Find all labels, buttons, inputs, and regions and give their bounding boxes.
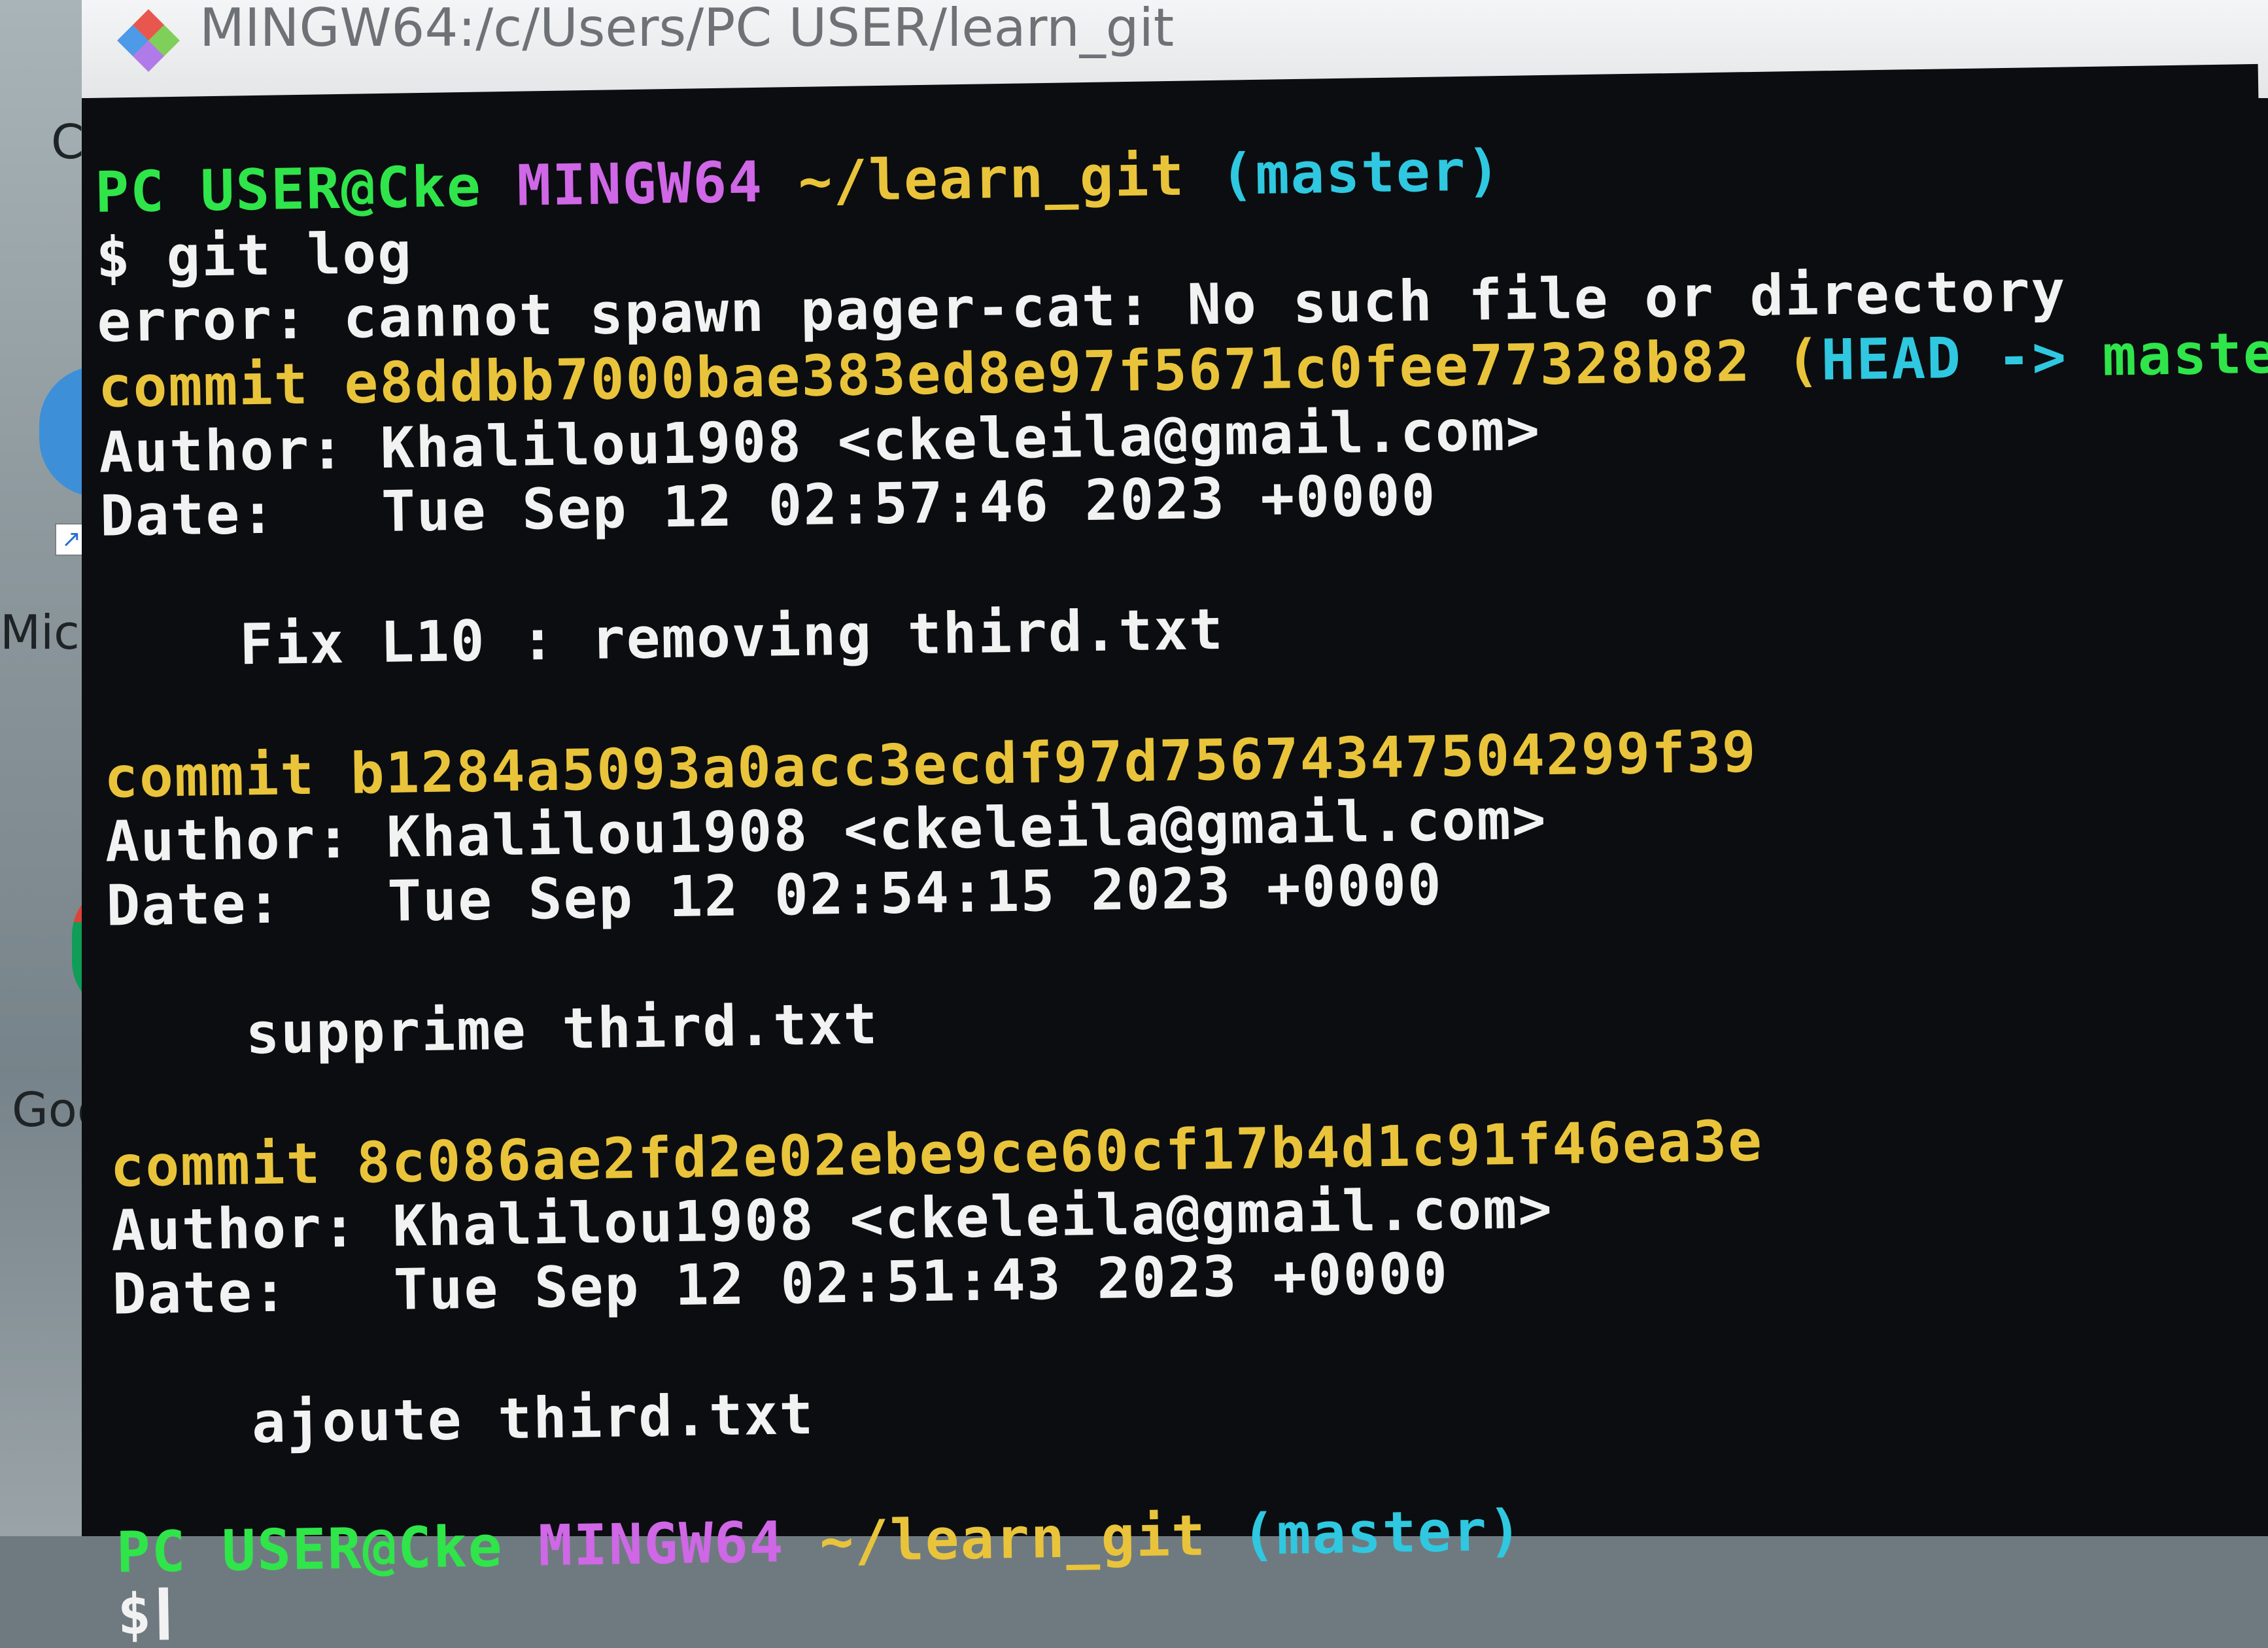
commit-message: Fix L10 : removing third.txt — [239, 596, 1225, 678]
ref-open: ( — [1785, 328, 1822, 394]
terminal-window[interactable]: MINGW64:/c/Users/PC USER/learn_git PC US… — [82, 0, 2268, 1648]
commit-label: commit — [103, 742, 316, 811]
commit-label: commit — [97, 351, 310, 421]
prompt-path: ~/learn_git — [797, 143, 1186, 215]
prompt-branch: (master) — [1241, 1498, 1524, 1568]
prompt-user-host: PC USER@Cke — [116, 1514, 504, 1586]
command-line: $ git log — [95, 220, 413, 291]
prompt-path: ~/learn_git — [819, 1503, 1207, 1575]
text-cursor-icon — [158, 1587, 169, 1640]
git-bash-icon — [117, 9, 180, 72]
commit-label: commit — [109, 1131, 322, 1200]
input-prompt-symbol: $ — [116, 1581, 153, 1648]
prompt-shell: MINGW64 — [538, 1509, 785, 1579]
prompt-shell: MINGW64 — [516, 149, 764, 219]
ref-branch: master — [2102, 320, 2268, 389]
input-line[interactable]: $ — [116, 1581, 169, 1648]
prompt-user-host: PC USER@Cke — [94, 154, 483, 226]
desktop-label-c: C — [51, 114, 84, 169]
commit-message: supprime third.txt — [245, 991, 880, 1067]
prompt-branch: (master) — [1220, 138, 1502, 208]
prompt-line: PC USER@Cke MINGW64 ~/learn_git (master) — [94, 138, 1502, 226]
terminal-output[interactable]: PC USER@Cke MINGW64 ~/learn_git (master)… — [87, 63, 2268, 1648]
window-title: MINGW64:/c/Users/PC USER/learn_git — [199, 0, 1175, 58]
commit-message: ajoute third.txt — [251, 1381, 815, 1456]
ref-head: HEAD -> — [1820, 324, 2068, 394]
prompt-line: PC USER@Cke MINGW64 ~/learn_git (master) — [116, 1498, 1523, 1586]
